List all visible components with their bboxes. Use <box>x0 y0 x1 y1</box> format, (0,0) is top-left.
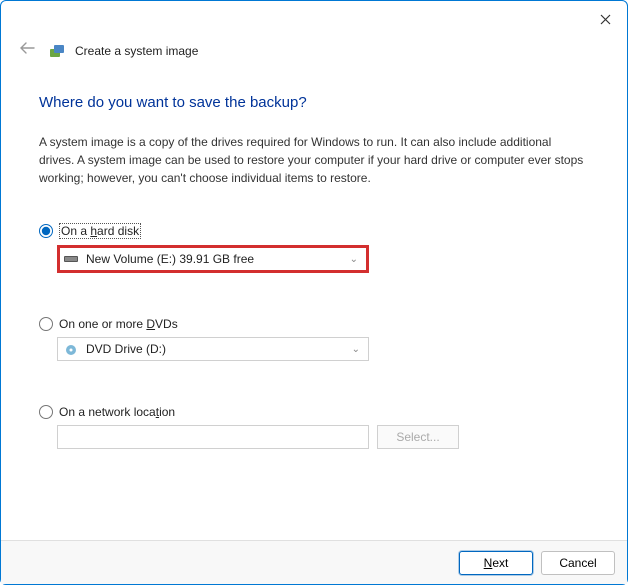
hard-disk-dropdown[interactable]: New Volume (E:) 39.91 GB free ⌄ <box>57 245 369 273</box>
content-area: Where do you want to save the backup? A … <box>1 70 627 449</box>
back-arrow-icon <box>19 41 35 55</box>
hard-disk-selected: New Volume (E:) 39.91 GB free <box>86 252 254 266</box>
dvd-drive-icon <box>64 344 78 354</box>
dvd-selected: DVD Drive (D:) <box>86 342 166 356</box>
option-network: On a network location Select... <box>39 405 589 449</box>
cancel-button[interactable]: Cancel <box>541 551 615 575</box>
close-button[interactable] <box>595 9 615 29</box>
radio-hard-disk-label: On a hard disk <box>59 223 141 239</box>
chevron-down-icon: ⌄ <box>350 254 358 265</box>
page-description: A system image is a copy of the drives r… <box>39 133 589 187</box>
dvd-dropdown[interactable]: DVD Drive (D:) ⌄ <box>57 337 369 361</box>
footer: Next Cancel <box>1 540 627 584</box>
back-button <box>15 39 39 62</box>
close-icon <box>600 14 611 25</box>
wizard-icon <box>49 43 65 59</box>
hard-drive-icon <box>64 254 78 264</box>
titlebar: Create a system image <box>1 1 627 70</box>
chevron-down-icon: ⌄ <box>352 344 360 355</box>
network-path-input[interactable] <box>57 425 369 449</box>
window-title: Create a system image <box>75 44 198 58</box>
next-button[interactable]: Next <box>459 551 533 575</box>
radio-network[interactable] <box>39 405 53 419</box>
radio-dvd-label: On one or more DVDs <box>59 317 178 331</box>
option-dvd: On one or more DVDs DVD Drive (D:) ⌄ <box>39 317 589 361</box>
page-heading: Where do you want to save the backup? <box>39 94 589 111</box>
radio-hard-disk[interactable] <box>39 224 53 238</box>
radio-dvd[interactable] <box>39 317 53 331</box>
radio-network-label: On a network location <box>59 405 175 419</box>
option-hard-disk: On a hard disk New Volume (E:) 39.91 GB … <box>39 223 589 273</box>
network-select-button: Select... <box>377 425 459 449</box>
